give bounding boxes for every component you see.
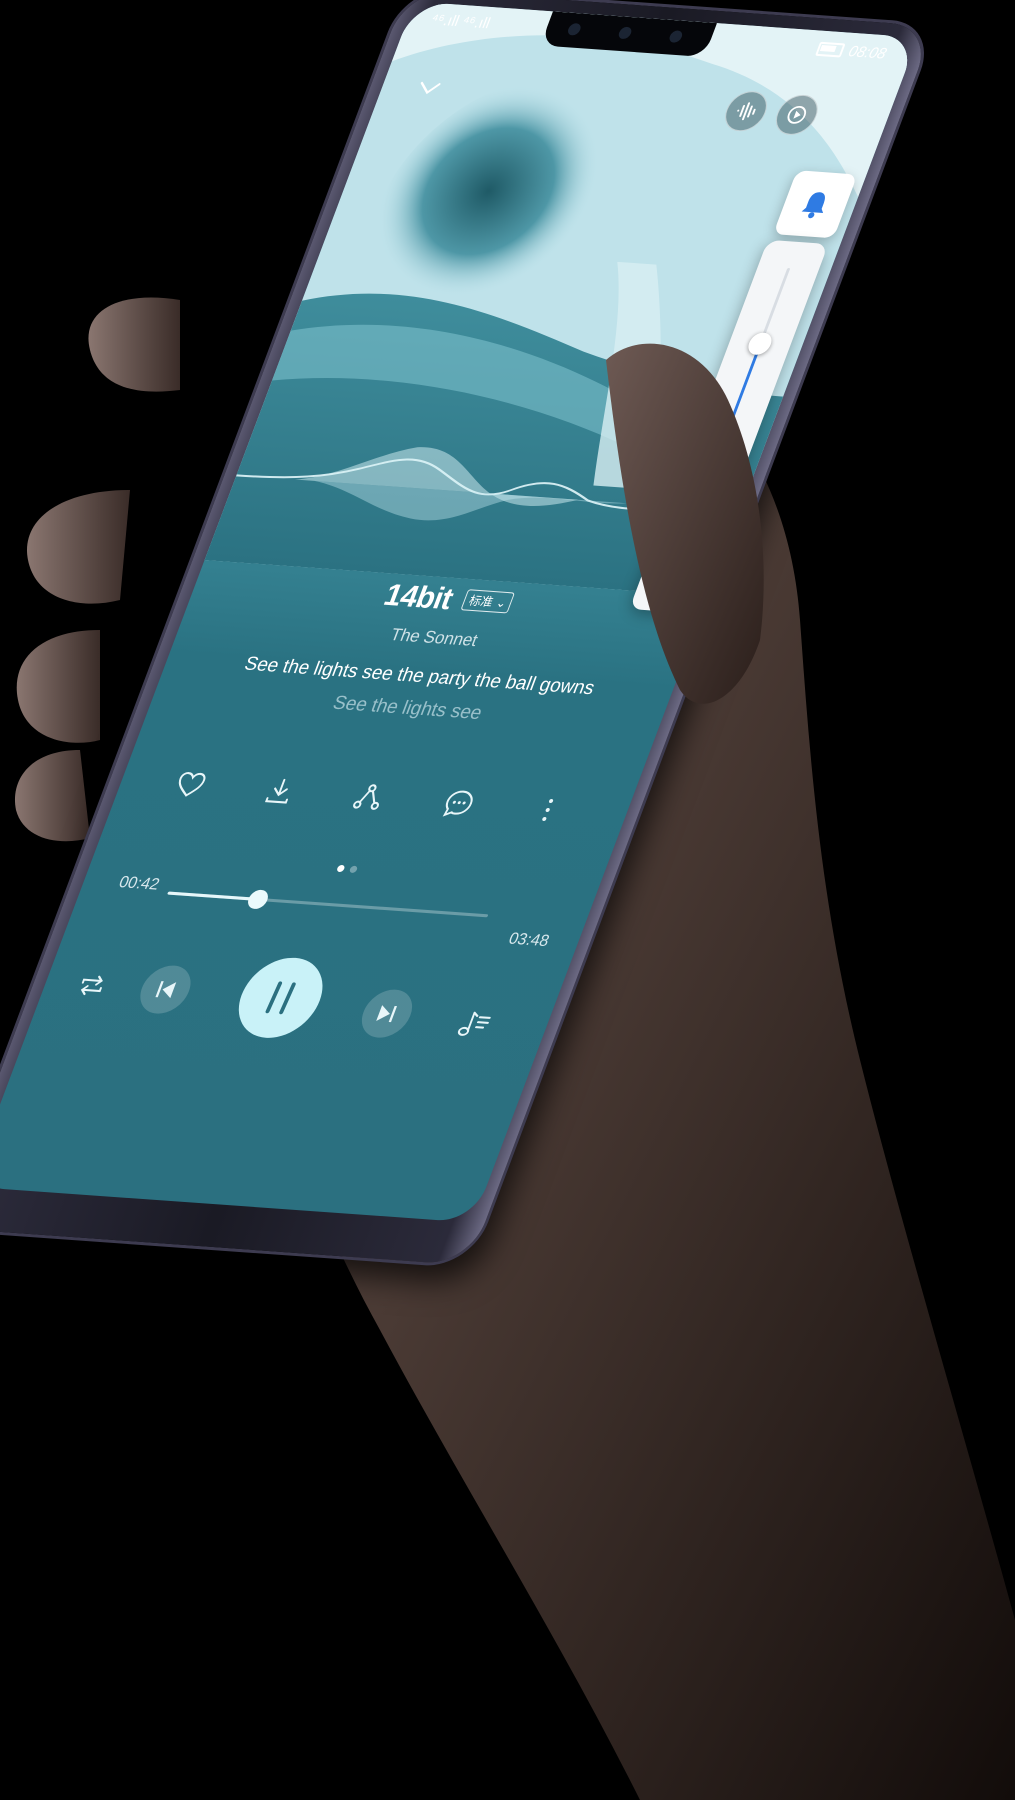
elapsed-time: 00:42 bbox=[116, 873, 162, 894]
total-duration: 03:48 bbox=[506, 930, 552, 951]
like-button[interactable] bbox=[163, 763, 217, 806]
device-photo: ⁴⁶.ıll ⁴⁶.ıll 08:08 14bit 标准 ⌄ The Sonne… bbox=[0, 0, 1015, 1800]
next-icon bbox=[376, 1005, 398, 1023]
next-button[interactable] bbox=[354, 988, 420, 1040]
bell-icon bbox=[801, 192, 825, 219]
playback-controls bbox=[55, 937, 528, 1068]
sound-settings-button[interactable] bbox=[652, 556, 694, 592]
clock: 08:08 bbox=[846, 42, 890, 63]
soundwave-icon bbox=[737, 102, 756, 121]
repeat-icon bbox=[80, 975, 103, 996]
chevron-down-icon: ⌄ bbox=[493, 595, 509, 611]
battery-icon bbox=[815, 41, 847, 58]
heart-icon bbox=[178, 772, 206, 797]
audio-quality-label: 14bit bbox=[379, 578, 458, 617]
more-icon bbox=[542, 799, 554, 821]
playlist-icon bbox=[457, 1011, 491, 1036]
previous-icon bbox=[155, 981, 177, 999]
comment-icon bbox=[442, 790, 473, 817]
download-icon bbox=[264, 778, 288, 804]
track-actions bbox=[163, 763, 574, 831]
progress-thumb[interactable] bbox=[244, 889, 271, 910]
page-dot bbox=[336, 864, 346, 873]
volume-slider-thumb[interactable] bbox=[745, 331, 775, 356]
cast-icon bbox=[787, 105, 807, 124]
share-button[interactable] bbox=[342, 776, 396, 819]
pause-icon bbox=[265, 981, 296, 1015]
comments-button[interactable] bbox=[431, 782, 485, 825]
download-button[interactable] bbox=[253, 770, 307, 813]
page-indicator bbox=[92, 839, 603, 894]
share-icon bbox=[353, 784, 380, 810]
play-pause-button[interactable] bbox=[226, 955, 335, 1041]
quality-select[interactable]: 标准 ⌄ bbox=[460, 589, 516, 614]
playlist-button[interactable] bbox=[451, 1005, 500, 1043]
quality-select-value: 标准 bbox=[466, 593, 496, 610]
progress-bar[interactable] bbox=[167, 889, 489, 918]
more-button[interactable] bbox=[521, 789, 575, 832]
page-dot bbox=[348, 865, 359, 874]
repeat-button[interactable] bbox=[69, 967, 115, 1003]
signal-indicator: ⁴⁶.ıll ⁴⁶.ıll bbox=[428, 11, 493, 33]
previous-button[interactable] bbox=[133, 963, 198, 1016]
progress-fill bbox=[167, 891, 258, 901]
gear-icon bbox=[661, 558, 688, 586]
